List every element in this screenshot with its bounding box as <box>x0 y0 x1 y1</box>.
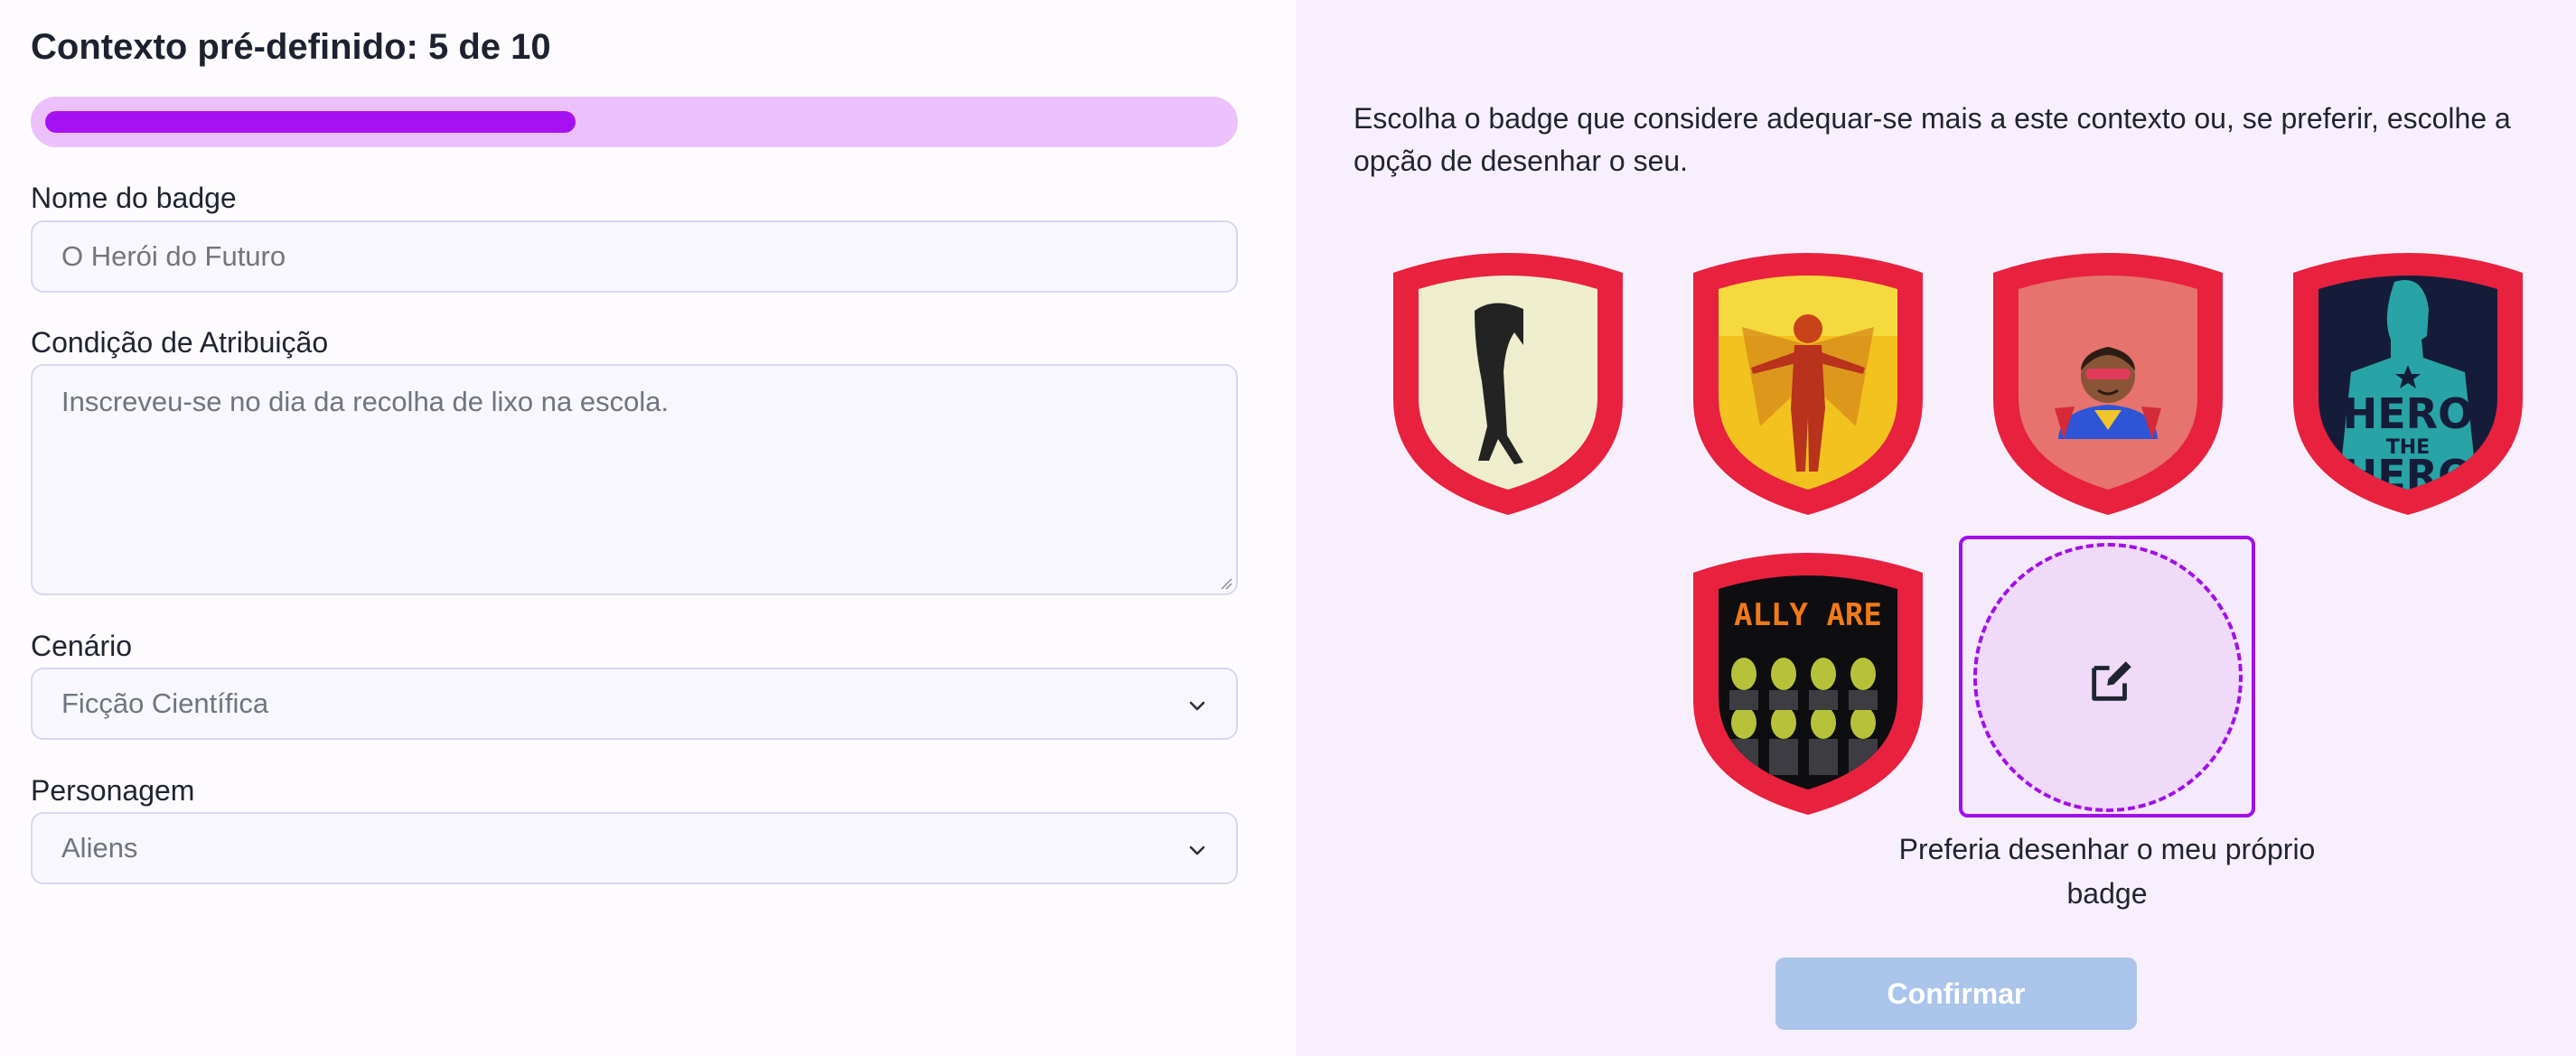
badge-option-winged-hero[interactable] <box>1688 246 1928 517</box>
badge-picker-panel: Escolha o badge que considere adequar-se… <box>1296 0 2576 1056</box>
character-label: Personagem <box>31 774 195 807</box>
condition-placeholder: Inscreveu-se no dia da recolha de lixo n… <box>61 386 670 417</box>
resize-grip-icon[interactable] <box>1218 575 1232 590</box>
condition-label: Condição de Atribuição <box>31 326 329 359</box>
badge-shield-image <box>1693 253 1923 515</box>
scenario-value: Ficção Científica <box>61 687 269 719</box>
draw-own-badge-label: Preferia desenhar o meu próprio badge <box>1898 833 2316 910</box>
badge-option-hunched-figure[interactable] <box>1388 246 1628 517</box>
badge-shield-image <box>1393 253 1623 515</box>
chevron-down-icon <box>1189 846 1205 855</box>
badge-name-label: Nome do badge <box>31 182 237 214</box>
edit-icon <box>2092 661 2131 701</box>
badge-option-masked-hero[interactable] <box>1988 246 2228 517</box>
context-form-panel: Contexto pré-definido: 5 de 10 Nome do b… <box>0 0 1296 1056</box>
badge-aliens-text: ALLY ARE <box>1734 597 1882 633</box>
badge-shield-image: HERO THE HERO <box>2293 253 2523 515</box>
scenario-select[interactable]: Ficção Científica <box>31 668 1238 740</box>
badge-option-pixel-aliens[interactable]: ALLY ARE <box>1688 546 1928 817</box>
character-select[interactable]: Aliens <box>31 812 1238 884</box>
badge-name-input[interactable] <box>31 220 1238 293</box>
scenario-label: Cenário <box>31 630 133 662</box>
progress-bar <box>31 97 1238 147</box>
draw-own-badge-circle <box>1973 543 2243 812</box>
page-title: Contexto pré-definido: 5 de 10 <box>31 27 551 67</box>
draw-own-badge-option[interactable] <box>1959 536 2255 818</box>
confirm-button[interactable]: Confirmar <box>1775 958 2137 1030</box>
badge-hero-line1: HERO <box>2343 389 2473 438</box>
badge-shield-image <box>1993 253 2223 515</box>
character-value: Aliens <box>61 832 138 864</box>
badge-shield-image: ALLY ARE <box>1693 553 1923 815</box>
condition-textarea[interactable]: Inscreveu-se no dia da recolha de lixo n… <box>31 364 1238 595</box>
badge-option-hero-the-hero[interactable]: HERO THE HERO <box>2288 246 2528 517</box>
chevron-down-icon <box>1189 701 1205 711</box>
progress-bar-fill <box>45 111 576 133</box>
picker-instructions: Escolha o badge que considere adequar-se… <box>1354 102 2511 177</box>
